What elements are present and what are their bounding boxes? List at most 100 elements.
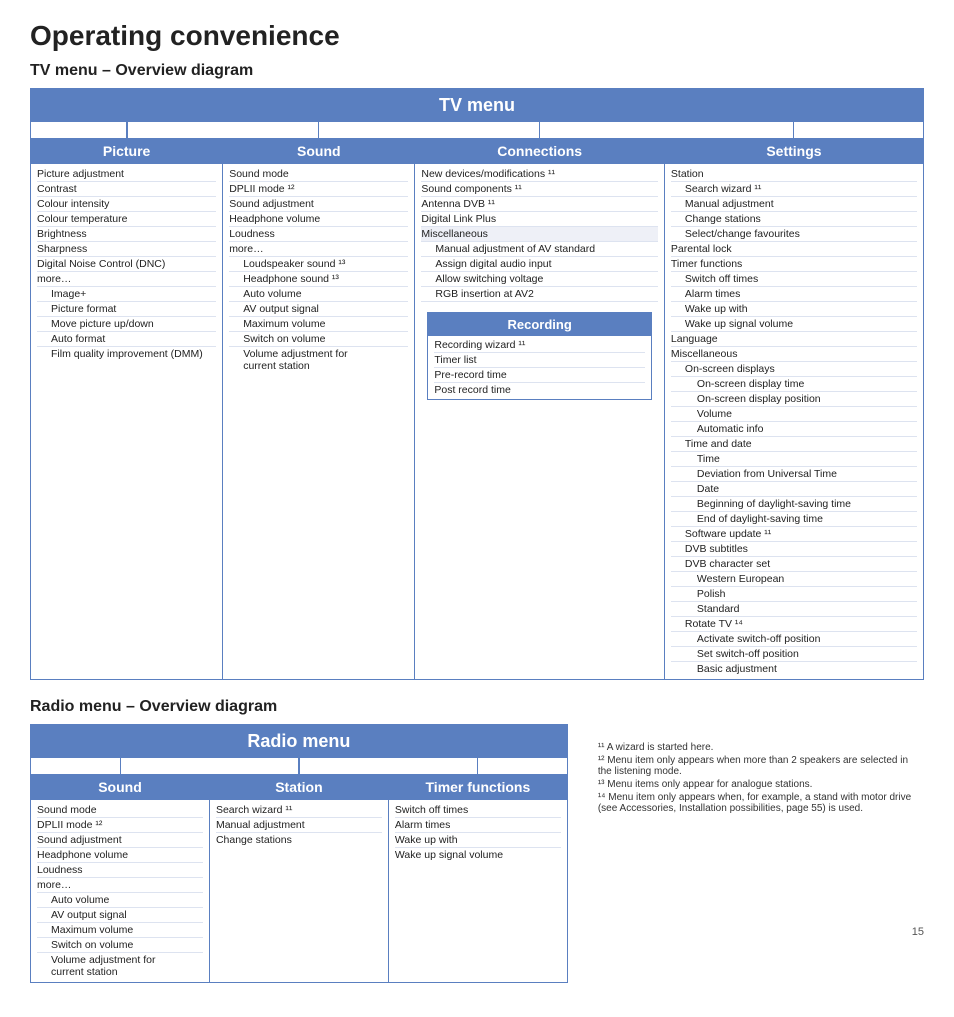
list-item: DVB character set xyxy=(671,557,917,572)
list-item: Sound adjustment xyxy=(37,833,203,848)
list-item: DPLII mode ¹² xyxy=(229,182,408,197)
list-item: Automatic info xyxy=(671,422,917,437)
list-item: Sound adjustment xyxy=(229,197,408,212)
list-item: Headphone sound ¹³ xyxy=(229,272,408,287)
sound-header: Sound xyxy=(223,138,414,164)
list-item: Select/change favourites xyxy=(671,227,917,242)
radio-sound-column: Sound Sound mode DPLII mode ¹² Sound adj… xyxy=(31,774,210,982)
radio-station-items: Search wizard ¹¹ Manual adjustment Chang… xyxy=(210,800,388,850)
list-item: Beginning of daylight-saving time xyxy=(671,497,917,512)
list-item: Picture format xyxy=(37,302,216,317)
list-item: Colour temperature xyxy=(37,212,216,227)
footnotes: ¹¹ A wizard is started here. ¹² Menu ite… xyxy=(598,742,924,814)
list-item: On-screen display time xyxy=(671,377,917,392)
list-item: Deviation from Universal Time xyxy=(671,467,917,482)
list-item: Time xyxy=(671,452,917,467)
list-item: Image+ xyxy=(37,287,216,302)
sound-column: Sound Sound mode DPLII mode ¹² Sound adj… xyxy=(223,138,415,679)
recording-items: Recording wizard ¹¹ Timer list Pre-recor… xyxy=(428,336,651,399)
radio-timer-items: Switch off times Alarm times Wake up wit… xyxy=(389,800,567,865)
list-item: Recording wizard ¹¹ xyxy=(434,338,645,353)
tv-menu-diagram: TV menu Picture Picture adjustment Contr… xyxy=(30,88,924,680)
list-item: Manual adjustment of AV standard xyxy=(421,242,658,257)
timer-functions-label: Timer functions xyxy=(671,257,917,272)
radio-sound-items: Sound mode DPLII mode ¹² Sound adjustmen… xyxy=(31,800,209,982)
list-item: Auto volume xyxy=(229,287,408,302)
list-item: Assign digital audio input xyxy=(421,257,658,272)
list-item: Digital Link Plus xyxy=(421,212,658,227)
settings-column: Settings Station Search wizard ¹¹ Manual… xyxy=(665,138,923,679)
radio-menu-diagram: Radio menu Sound Sound mode DPLII mode ¹… xyxy=(30,724,568,983)
language-label: Language xyxy=(671,332,917,347)
miscellaneous-label2: Miscellaneous xyxy=(671,347,917,362)
list-item: Search wizard ¹¹ xyxy=(671,182,917,197)
list-item: Activate switch-off position xyxy=(671,632,917,647)
list-item: Manual adjustment xyxy=(671,197,917,212)
list-item: DPLII mode ¹² xyxy=(37,818,203,833)
miscellaneous-label: Miscellaneous xyxy=(421,227,658,242)
list-item: Volume adjustment forcurrent station xyxy=(37,953,203,979)
connections-column: Connections New devices/modifications ¹¹… xyxy=(415,138,665,679)
list-item: Headphone volume xyxy=(37,848,203,863)
list-item: AV output signal xyxy=(229,302,408,317)
list-item: Antenna DVB ¹¹ xyxy=(421,197,658,212)
page-title: Operating convenience xyxy=(30,20,924,52)
radio-menu-columns: Sound Sound mode DPLII mode ¹² Sound adj… xyxy=(31,774,567,982)
list-item: AV output signal xyxy=(37,908,203,923)
list-item: Volume xyxy=(671,407,917,422)
list-item: Pre-record time xyxy=(434,368,645,383)
list-item: New devices/modifications ¹¹ xyxy=(421,167,658,182)
station-label: Station xyxy=(671,167,917,182)
list-item: On-screen display position xyxy=(671,392,917,407)
list-item: Polish xyxy=(671,587,917,602)
radio-station-header: Station xyxy=(210,774,388,800)
list-item: Time and date xyxy=(671,437,917,452)
list-item: Contrast xyxy=(37,182,216,197)
list-item: Auto volume xyxy=(37,893,203,908)
recording-header: Recording xyxy=(428,313,651,336)
section1-heading: TV menu – Overview diagram xyxy=(30,62,924,80)
list-item: Date xyxy=(671,482,917,497)
list-item: Switch on volume xyxy=(37,938,203,953)
list-item: Rotate TV ¹⁴ xyxy=(671,617,917,632)
page-number: 15 xyxy=(912,926,924,938)
list-item: Wake up with xyxy=(671,302,917,317)
list-item: Wake up signal volume xyxy=(395,848,561,862)
picture-column: Picture Picture adjustment Contrast Colo… xyxy=(31,138,223,679)
list-item: Loudness xyxy=(229,227,408,242)
list-item: Wake up with xyxy=(395,833,561,848)
list-item: End of daylight-saving time xyxy=(671,512,917,527)
connections-header: Connections xyxy=(415,138,664,164)
radio-menu-header: Radio menu xyxy=(31,725,567,758)
list-item: Sound components ¹¹ xyxy=(421,182,658,197)
list-item: RGB insertion at AV2 xyxy=(421,287,658,302)
recording-box: Recording Recording wizard ¹¹ Timer list… xyxy=(427,312,652,400)
list-item: Headphone volume xyxy=(229,212,408,227)
list-item: Timer list xyxy=(434,353,645,368)
list-item: Film quality improvement (DMM) xyxy=(37,347,216,361)
list-item: Standard xyxy=(671,602,917,617)
list-item: Allow switching voltage xyxy=(421,272,658,287)
radio-station-column: Station Search wizard ¹¹ Manual adjustme… xyxy=(210,774,389,982)
list-item: Loudness xyxy=(37,863,203,878)
list-item: Search wizard ¹¹ xyxy=(216,803,382,818)
list-item: Manual adjustment xyxy=(216,818,382,833)
list-item: Change stations xyxy=(671,212,917,227)
settings-header: Settings xyxy=(665,138,923,164)
footnote-1: ¹¹ A wizard is started here. xyxy=(598,742,924,753)
list-item: Set switch-off position xyxy=(671,647,917,662)
list-item: Sound mode xyxy=(229,167,408,182)
radio-sound-header: Sound xyxy=(31,774,209,800)
footnotes-area: ¹¹ A wizard is started here. ¹² Menu ite… xyxy=(568,724,924,997)
tv-menu-header: TV menu xyxy=(31,89,923,122)
picture-items: Picture adjustment Contrast Colour inten… xyxy=(31,164,222,364)
list-item: Basic adjustment xyxy=(671,662,917,676)
list-item: Sharpness xyxy=(37,242,216,257)
radio-timer-column: Timer functions Switch off times Alarm t… xyxy=(389,774,567,982)
radio-timer-header: Timer functions xyxy=(389,774,567,800)
list-item: more… xyxy=(229,242,408,257)
list-item: Software update ¹¹ xyxy=(671,527,917,542)
list-item: Switch on volume xyxy=(229,332,408,347)
settings-items: Station Search wizard ¹¹ Manual adjustme… xyxy=(665,164,923,679)
section2-heading: Radio menu – Overview diagram xyxy=(30,698,924,716)
